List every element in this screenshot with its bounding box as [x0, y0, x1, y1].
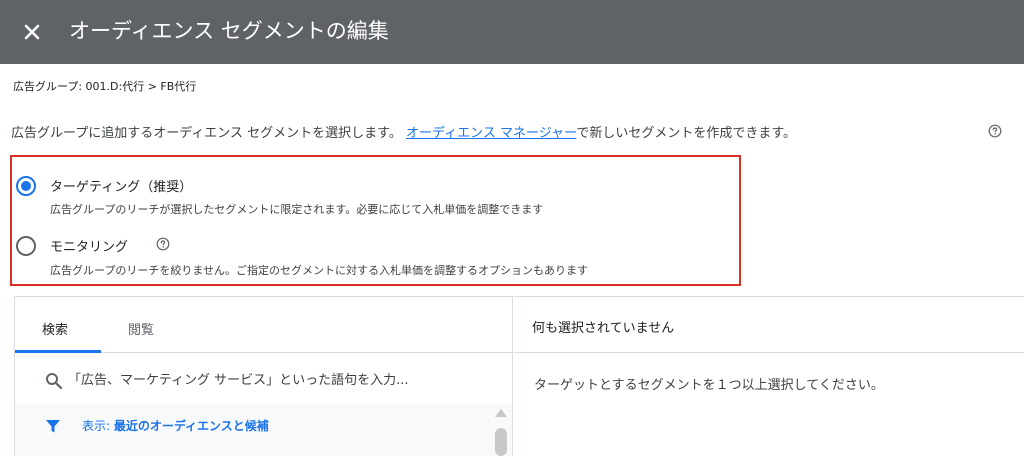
targeting-description: 広告グループのリーチが選択したセグメントに限定されます。必要に応じて入札単価を調…	[50, 203, 544, 216]
filter-value: 最近のオーディエンスと候補	[113, 419, 269, 433]
description-before-link: 広告グループに追加するオーディエンス セグメントを選択します。	[11, 126, 402, 141]
description-after-link: で新しいセグメントを作成できます。	[576, 126, 797, 141]
radio-monitoring[interactable]	[16, 236, 36, 256]
active-tab-indicator	[15, 350, 101, 353]
search-input[interactable]	[68, 366, 498, 394]
tab-search[interactable]: 検索	[42, 319, 68, 338]
monitoring-label: モニタリング	[50, 240, 129, 255]
tab-browse[interactable]: 閲覧	[128, 319, 154, 338]
help-icon[interactable]	[988, 124, 1002, 138]
scroll-up-arrow[interactable]	[495, 409, 507, 417]
audience-manager-link[interactable]: オーディエンス マネージャー	[406, 126, 576, 141]
dialog-title: オーディエンス セグメントの編集	[69, 19, 389, 43]
close-icon[interactable]	[20, 20, 44, 44]
filter-prefix: 表示:	[82, 419, 114, 433]
radio-targeting[interactable]	[16, 176, 36, 196]
help-icon[interactable]	[156, 237, 170, 251]
breadcrumb: 広告グループ: 001.D:代行 > FB代行	[13, 80, 197, 93]
panel-divider	[512, 296, 513, 456]
selection-header: 何も選択されていません	[532, 321, 675, 336]
scrollbar-thumb[interactable]	[495, 428, 507, 456]
filter-icon	[46, 420, 60, 433]
description-text: 広告グループに追加するオーディエンス セグメントを選択します。 オーディエンス …	[11, 122, 796, 141]
monitoring-description: 広告グループのリーチを絞りません。ご指定のセグメントに対する入札単価を調整するオ…	[50, 264, 589, 277]
targeting-label: ターゲティング（推奨）	[50, 180, 193, 195]
filter-label: 表示: 最近のオーディエンスと候補	[82, 417, 269, 434]
tabs-divider	[14, 352, 1024, 353]
selection-hint: ターゲットとするセグメントを１つ以上選択してください。	[534, 378, 884, 393]
dialog-header: オーディエンス セグメントの編集	[0, 0, 1024, 64]
search-icon	[46, 373, 63, 390]
